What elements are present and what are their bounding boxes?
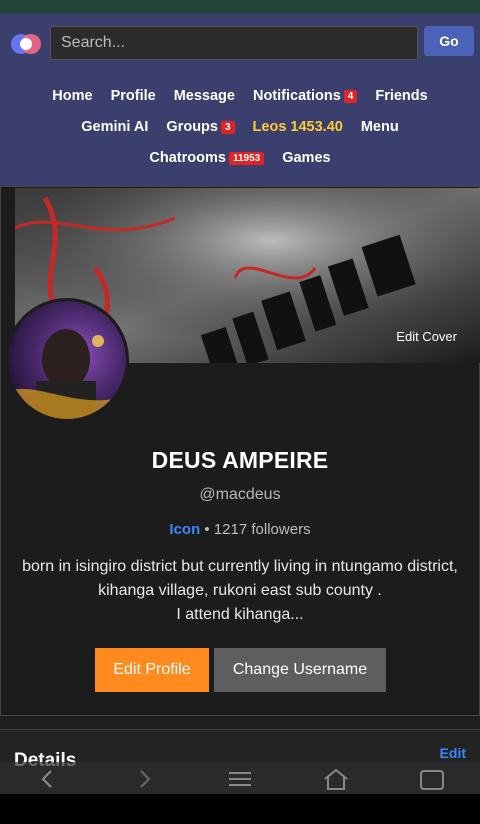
nav-profile[interactable]: Profile bbox=[111, 88, 156, 104]
forward-arrow-icon[interactable] bbox=[130, 766, 160, 792]
nav-chatrooms-label: Chatrooms bbox=[149, 150, 226, 166]
nav-row-3: Chatrooms 11953 Games bbox=[0, 150, 480, 166]
avatar-image bbox=[8, 301, 126, 419]
profile-avatar[interactable] bbox=[5, 298, 129, 422]
nav-home[interactable]: Home bbox=[52, 88, 92, 104]
profile-meta: Icon • 1217 followers bbox=[1, 521, 479, 538]
nav-groups[interactable]: Groups 3 bbox=[166, 119, 235, 135]
system-bottom-bar bbox=[0, 794, 480, 824]
browser-nav-bar bbox=[0, 762, 480, 794]
tabs-icon[interactable] bbox=[417, 766, 447, 792]
nav-chatrooms[interactable]: Chatrooms 11953 bbox=[149, 150, 265, 166]
nav-games[interactable]: Games bbox=[282, 150, 330, 166]
menu-icon[interactable] bbox=[225, 766, 255, 792]
site-header: Go Home Profile Message Notifications4 F… bbox=[0, 14, 480, 186]
bio-line-2: I attend kihanga... bbox=[176, 606, 304, 623]
back-arrow-icon[interactable] bbox=[32, 766, 62, 792]
rank-link[interactable]: Icon bbox=[169, 521, 200, 538]
profile-card: Edit Cover DEUS AMPEIRE @macdeus Icon • … bbox=[0, 186, 480, 716]
home-icon[interactable] bbox=[321, 766, 351, 792]
nav-message[interactable]: Message bbox=[174, 88, 235, 104]
nav-notifications[interactable]: Notifications 4 bbox=[252, 88, 358, 104]
nav-friends[interactable]: Friends bbox=[375, 88, 427, 104]
nav-menu[interactable]: Menu bbox=[361, 119, 399, 135]
edit-cover-link[interactable]: Edit Cover bbox=[396, 329, 457, 344]
profile-bio: born in isingiro district but currently … bbox=[21, 555, 459, 627]
nav-notifications-label: Notifications bbox=[252, 88, 341, 104]
site-logo-icon[interactable] bbox=[8, 30, 44, 58]
nav-groups-label: Groups bbox=[166, 119, 218, 135]
chatrooms-count-badge: 11953 bbox=[228, 151, 265, 165]
profile-name: DEUS AMPEIRE bbox=[151, 447, 329, 473]
notifications-count-badge: 4 bbox=[343, 89, 358, 103]
details-edit-link[interactable]: Edit bbox=[440, 745, 466, 761]
nav-leos[interactable]: Leos 1453.40 bbox=[253, 119, 343, 135]
profile-handle: @macdeus bbox=[199, 486, 281, 503]
search-go-button[interactable]: Go bbox=[424, 26, 474, 56]
groups-count-badge: 3 bbox=[220, 120, 235, 134]
nav-row-2: Gemini AI Groups 3 Leos 1453.40 Menu bbox=[0, 119, 480, 135]
bio-line-1: born in isingiro district but currently … bbox=[22, 558, 458, 599]
nav-row-1: Home Profile Message Notifications 4 Frie… bbox=[0, 88, 480, 104]
search-input[interactable] bbox=[50, 26, 418, 60]
nav-gemini-ai[interactable]: Gemini AI bbox=[81, 119, 148, 135]
change-username-button[interactable]: Change Username bbox=[214, 648, 386, 692]
followers-count[interactable]: • 1217 followers bbox=[204, 521, 310, 538]
edit-profile-button[interactable]: Edit Profile bbox=[95, 648, 209, 692]
